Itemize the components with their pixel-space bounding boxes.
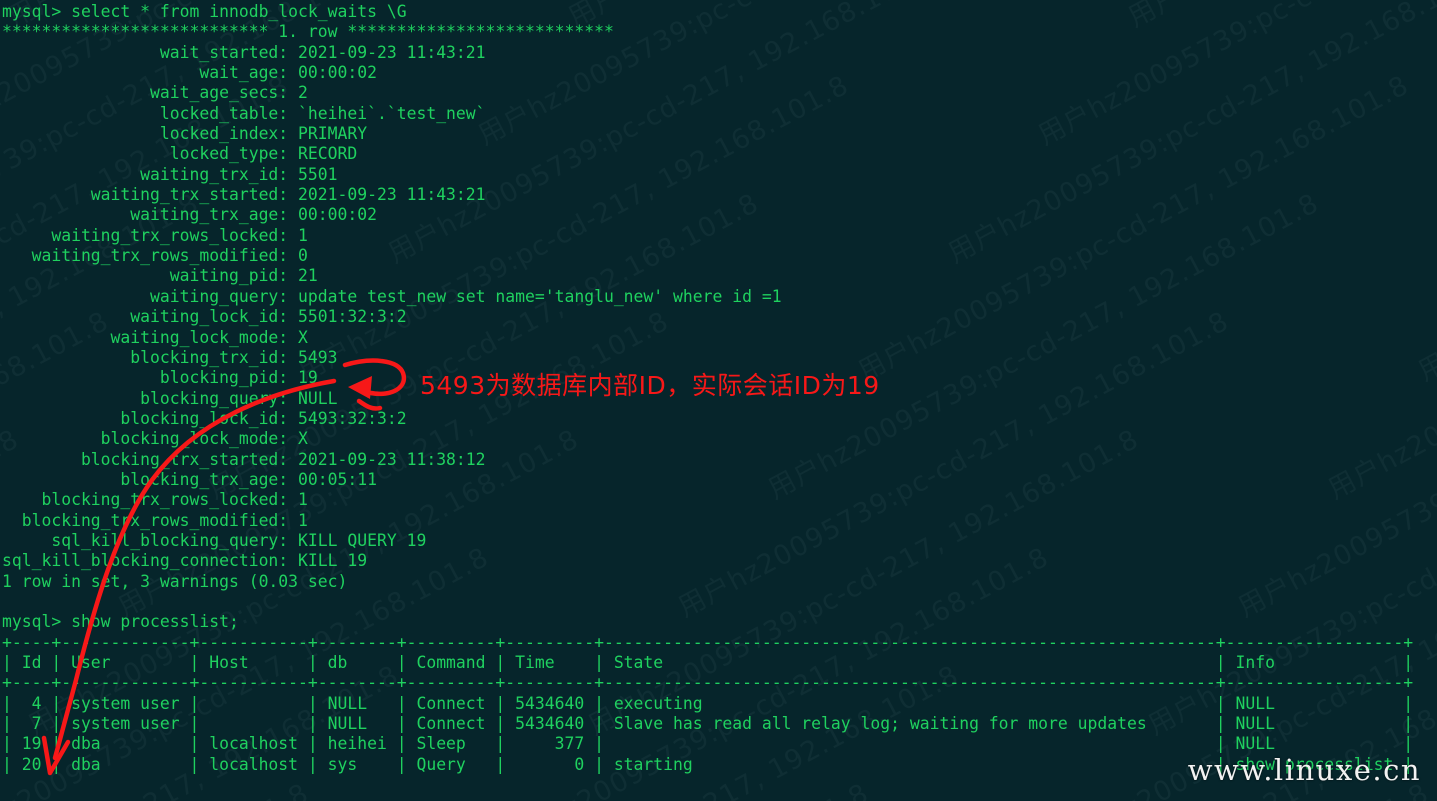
watermark-text: 用户hz20095739:pc-cd-217, 192.168.101.8 bbox=[0, 772, 314, 801]
terminal-line: waiting_lock_mode: X bbox=[2, 327, 308, 347]
terminal-line: waiting_trx_rows_modified: 0 bbox=[2, 246, 308, 266]
terminal-line: +----+-------------+-----------+--------… bbox=[2, 632, 1414, 652]
terminal-line: blocking_trx_age: 00:05:11 bbox=[2, 469, 377, 489]
terminal-line: waiting_query: update test_new set name=… bbox=[2, 286, 782, 306]
terminal-line: waiting_lock_id: 5501:32:3:2 bbox=[2, 307, 407, 327]
terminal-line: mysql> show processlist; bbox=[2, 612, 239, 632]
terminal-line: sql_kill_blocking_connection: KILL 19 bbox=[2, 551, 368, 571]
terminal-line: blocking_trx_rows_modified: 1 bbox=[2, 510, 308, 530]
terminal-line: 1 row in set, 3 warnings (0.03 sec) bbox=[2, 571, 348, 591]
terminal-line: wait_age_secs: 2 bbox=[2, 83, 308, 103]
watermark-text: 用户hz20095739:pc-cd-217, 192.168.101.8 bbox=[1413, 70, 1437, 388]
terminal-line: sql_kill_blocking_query: KILL QUERY 19 bbox=[2, 530, 427, 550]
terminal-line: waiting_trx_rows_locked: 1 bbox=[2, 225, 308, 245]
terminal-line: wait_started: 2021-09-23 11:43:21 bbox=[2, 42, 486, 62]
terminal-line: locked_index: PRIMARY bbox=[2, 124, 368, 144]
terminal-line: *************************** 1. row *****… bbox=[2, 22, 614, 42]
terminal-line: | 7 | system user | | NULL | Connect | 5… bbox=[2, 714, 1414, 734]
terminal-line: waiting_trx_started: 2021-09-23 11:43:21 bbox=[2, 185, 486, 205]
terminal-line: blocking_lock_mode: X bbox=[2, 429, 308, 449]
terminal-line: | 19 | dba | localhost | heihei | Sleep … bbox=[2, 734, 1414, 754]
terminal-line: wait_age: 00:00:02 bbox=[2, 63, 377, 83]
terminal-line: waiting_trx_age: 00:00:02 bbox=[2, 205, 377, 225]
terminal-line: locked_table: `heihei`.`test_new` bbox=[2, 103, 486, 123]
terminal-line: waiting_trx_id: 5501 bbox=[2, 164, 338, 184]
annotation-text: 5493为数据库内部ID，实际会话ID为19 bbox=[420, 371, 880, 400]
terminal-line: waiting_pid: 21 bbox=[2, 266, 318, 286]
terminal-line: | Id | User | Host | db | Command | Time… bbox=[2, 653, 1414, 672]
site-watermark: www.linuxe.cn bbox=[1187, 753, 1421, 787]
terminal-line: mysql> select * from innodb_lock_waits \… bbox=[2, 2, 407, 21]
terminal-line: +----+-------------+-----------+--------… bbox=[2, 673, 1414, 693]
terminal-line: | 4 | system user | | NULL | Connect | 5… bbox=[2, 693, 1414, 713]
terminal-line: blocking_trx_started: 2021-09-23 11:38:1… bbox=[2, 449, 486, 469]
watermark-text: 用户hz20095739:pc-cd-217, 192.168.101.8 bbox=[310, 772, 874, 801]
terminal-line: blocking_trx_rows_locked: 1 bbox=[2, 490, 308, 510]
terminal-line: blocking_lock_id: 5493:32:3:2 bbox=[2, 408, 407, 428]
terminal-line: locked_type: RECORD bbox=[2, 144, 358, 164]
